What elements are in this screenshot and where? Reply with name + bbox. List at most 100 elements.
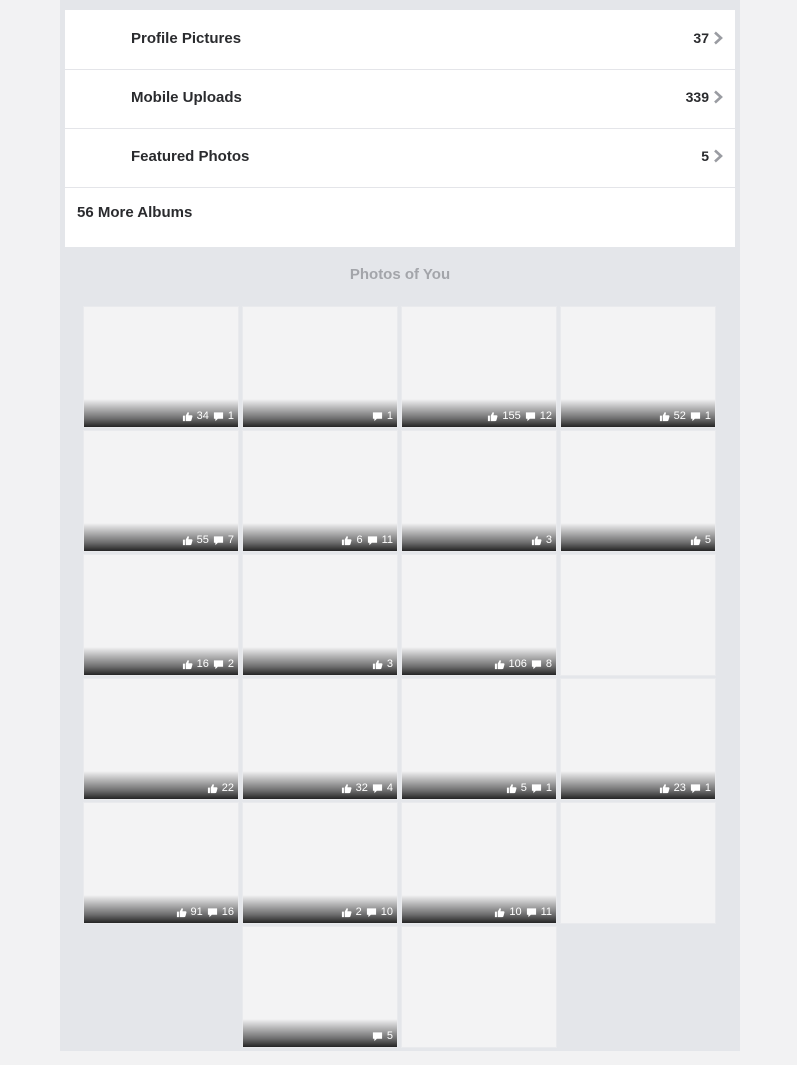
like-count: 3 [545,534,552,546]
comment-icon [690,783,701,794]
photo-tile[interactable]: 3 [242,554,398,676]
photo-stats: 1 [372,409,393,423]
like-count: 6 [356,534,363,546]
photo-stats: 55 7 [182,533,234,547]
like-stat: 34 [182,410,209,422]
photo-tile[interactable]: 32 4 [242,678,398,800]
comment-count: 1 [704,410,711,422]
photo-tile[interactable]: 34 1 [83,306,239,428]
like-stat: 2 [341,906,362,918]
comment-icon [213,535,224,546]
like-stat: 3 [531,534,552,546]
photo-tile[interactable]: 91 16 [83,802,239,924]
comment-icon [690,411,701,422]
comment-icon [213,411,224,422]
photo-tile[interactable]: 106 8 [401,554,557,676]
album-row-mobile-uploads[interactable]: Mobile Uploads 339 [65,69,735,129]
thumbs-up-icon [659,783,670,794]
comment-stat: 2 [213,658,234,670]
thumbs-up-icon [494,907,505,918]
comment-stat: 1 [531,782,552,794]
comment-stat: 10 [366,906,393,918]
comment-stat: 5 [372,1030,393,1042]
photo-tile[interactable]: 52 1 [560,306,716,428]
photo-tile[interactable]: 51 [401,678,557,800]
photo-tile[interactable]: 1 [242,306,398,428]
photos-section-title: Photos of You [349,266,451,283]
more-albums-link[interactable]: 56 More Albums [77,198,192,228]
like-count: 5 [704,534,711,546]
photo-stats: 22 [207,781,234,795]
photo-tile[interactable] [560,554,716,676]
photo-stats: 3 [531,533,552,547]
comment-count: 1 [704,782,711,794]
comment-stat: 11 [367,534,393,546]
comment-count: 7 [227,534,234,546]
thumbs-up-icon [341,535,352,546]
chevron-right-icon [714,31,723,45]
comment-count: 11 [381,534,393,546]
like-count: 3 [386,658,393,670]
photo-tile[interactable] [560,802,716,924]
photo-tile[interactable]: 10 11 [401,802,557,924]
album-row-featured-photos[interactable]: Featured Photos 5 [65,128,735,188]
like-stat: 32 [341,782,368,794]
like-stat: 91 [176,906,203,918]
photo-tile[interactable]: 155 12 [401,306,557,428]
thumbs-up-icon [372,659,383,670]
album-name: Mobile Uploads [131,89,242,106]
like-stat: 10 [494,906,522,918]
photo-tile[interactable]: 5 [242,926,398,1048]
photo-tile[interactable]: 22 [83,678,239,800]
photo-tile[interactable]: 6 11 [242,430,398,552]
photo-stats: 16 2 [182,657,234,671]
comment-icon [207,907,218,918]
comment-icon [531,659,542,670]
photo-stats: 91 16 [176,905,234,919]
photo-tile[interactable]: 23 1 [560,678,716,800]
photo-tile[interactable] [401,926,557,1048]
thumbs-up-icon [182,659,193,670]
photo-stats: 5 [690,533,711,547]
photos-grid: 34 1 1 155 12 52 1 55 7 6 11 3 5 16 2 3 106 8 22 32 4 5 1 23 1 91… [83,306,716,1048]
photo-tile[interactable]: 16 2 [83,554,239,676]
like-stat: 16 [182,658,209,670]
like-count: 55 [196,534,209,546]
like-count: 5 [520,782,527,794]
photo-tile[interactable]: 55 7 [83,430,239,552]
comment-count: 1 [227,410,234,422]
photo-tile[interactable]: 5 [560,430,716,552]
album-row-profile-pictures[interactable]: Profile Pictures 37 [65,10,735,70]
comment-icon [366,907,377,918]
like-stat: 5 [690,534,711,546]
thumbs-up-icon [531,535,542,546]
like-count: 32 [355,782,368,794]
like-count: 52 [673,410,686,422]
like-count: 23 [673,782,686,794]
photo-tile[interactable]: 3 [401,430,557,552]
thumbs-up-icon [506,783,517,794]
photo-tile[interactable]: 2 10 [242,802,398,924]
comment-stat: 8 [531,658,552,670]
like-stat: 55 [182,534,209,546]
comment-icon [525,411,536,422]
comment-count: 1 [386,410,393,422]
photo-stats: 32 4 [341,781,393,795]
like-count: 34 [196,410,209,422]
comment-icon [372,411,383,422]
photo-stats: 10 11 [494,905,552,919]
photo-stats: 155 12 [487,409,552,423]
comment-stat: 11 [526,906,552,918]
like-count: 16 [196,658,209,670]
photo-stats: 23 1 [659,781,711,795]
thumbs-up-icon [690,535,701,546]
comment-icon [531,783,542,794]
album-count: 37 [693,30,709,46]
like-stat: 5 [506,782,527,794]
like-stat: 3 [372,658,393,670]
photo-stats: 106 8 [494,657,552,671]
thumbs-up-icon [182,411,193,422]
chevron-right-icon [714,90,723,104]
photo-stats: 51 [506,781,552,795]
comment-count: 1 [545,782,552,794]
